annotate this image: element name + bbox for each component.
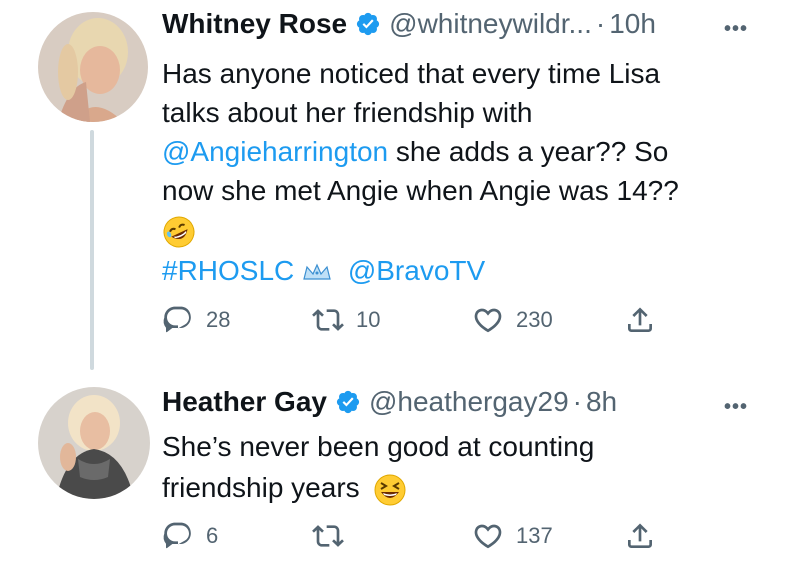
share-icon — [628, 523, 652, 548]
mention-link[interactable]: @BravoTV — [348, 255, 485, 286]
tweet-header: Whitney Rose @whitneywildr... · 10h — [162, 8, 656, 40]
separator-dot: · — [595, 8, 606, 39]
avatar-heather[interactable] — [38, 387, 150, 499]
hashtag-link[interactable]: #RHOSLC — [162, 255, 294, 286]
mention-link[interactable]: @Angieharrington — [162, 136, 388, 167]
retweet-count: 10 — [356, 307, 381, 332]
laughing-emoji-icon — [374, 474, 406, 506]
reply-count: 28 — [206, 307, 231, 332]
tweet-tags-line: #RHOSLC @BravoTV — [162, 251, 782, 290]
tweet-actions: 6 137 — [162, 520, 722, 560]
reply-button[interactable]: 6 — [162, 520, 218, 552]
crown-icon — [303, 263, 331, 280]
author-handle[interactable]: @whitneywildr... — [389, 8, 592, 40]
share-button[interactable] — [624, 520, 656, 552]
like-button[interactable]: 230 — [472, 304, 553, 336]
reply-count: 6 — [206, 523, 219, 548]
tweet-text-line: talks about her friendship with — [162, 97, 533, 128]
heart-icon — [474, 308, 502, 333]
tweet-text-line: She’s never been good at counting — [162, 431, 595, 462]
separator-dot: · — [572, 386, 582, 417]
tweet-heather[interactable]: Heather Gay @heathergay29 · 8h ••• She’s… — [0, 372, 800, 561]
rofl-emoji-icon — [163, 216, 195, 248]
retweet-button[interactable] — [312, 520, 356, 552]
reply-icon — [163, 306, 191, 333]
tweet-text: Has anyone noticed that every time Lisa … — [162, 54, 782, 290]
tweet-text-line: friendship years — [162, 467, 782, 508]
tweet-text-line — [162, 210, 782, 249]
more-options-icon[interactable]: ••• — [724, 18, 748, 41]
like-count: 137 — [516, 523, 553, 548]
heart-icon — [474, 524, 502, 549]
reply-icon — [163, 522, 191, 549]
tweet-header: Heather Gay @heathergay29 · 8h — [162, 386, 617, 418]
author-name[interactable]: Whitney Rose — [162, 8, 347, 40]
tweet-text-line: Has anyone noticed that every time Lisa — [162, 58, 661, 89]
author-handle[interactable]: @heathergay29 — [369, 386, 569, 418]
author-name[interactable]: Heather Gay — [162, 386, 327, 418]
more-options-icon[interactable]: ••• — [724, 396, 748, 419]
tweet-text-fragment: she adds a year?? So — [395, 136, 669, 167]
verified-badge-icon — [336, 390, 360, 414]
tweet-actions: 28 10 230 — [162, 304, 722, 344]
like-button[interactable]: 137 — [472, 520, 553, 552]
retweet-icon — [312, 309, 344, 331]
share-icon — [628, 307, 652, 332]
reply-button[interactable]: 28 — [162, 304, 230, 336]
share-button[interactable] — [624, 304, 656, 336]
tweet-text-line: @Angieharrington she adds a year?? So — [162, 132, 782, 171]
timestamp[interactable]: 10h — [609, 8, 656, 40]
thread-line — [90, 130, 94, 370]
retweet-button[interactable]: 10 — [312, 304, 380, 336]
retweet-icon — [312, 525, 344, 547]
timestamp[interactable]: 8h — [586, 386, 617, 418]
like-count: 230 — [516, 307, 553, 332]
tweet-whitney[interactable]: Whitney Rose @whitneywildr... · 10h ••• … — [0, 0, 800, 370]
tweet-text-fragment: friendship years — [162, 472, 360, 503]
verified-badge-icon — [357, 12, 380, 36]
tweet-text-line: now she met Angie when Angie was 14?? — [162, 175, 679, 206]
tweet-text: She’s never been good at counting friend… — [162, 426, 782, 508]
avatar-whitney[interactable] — [38, 12, 148, 122]
